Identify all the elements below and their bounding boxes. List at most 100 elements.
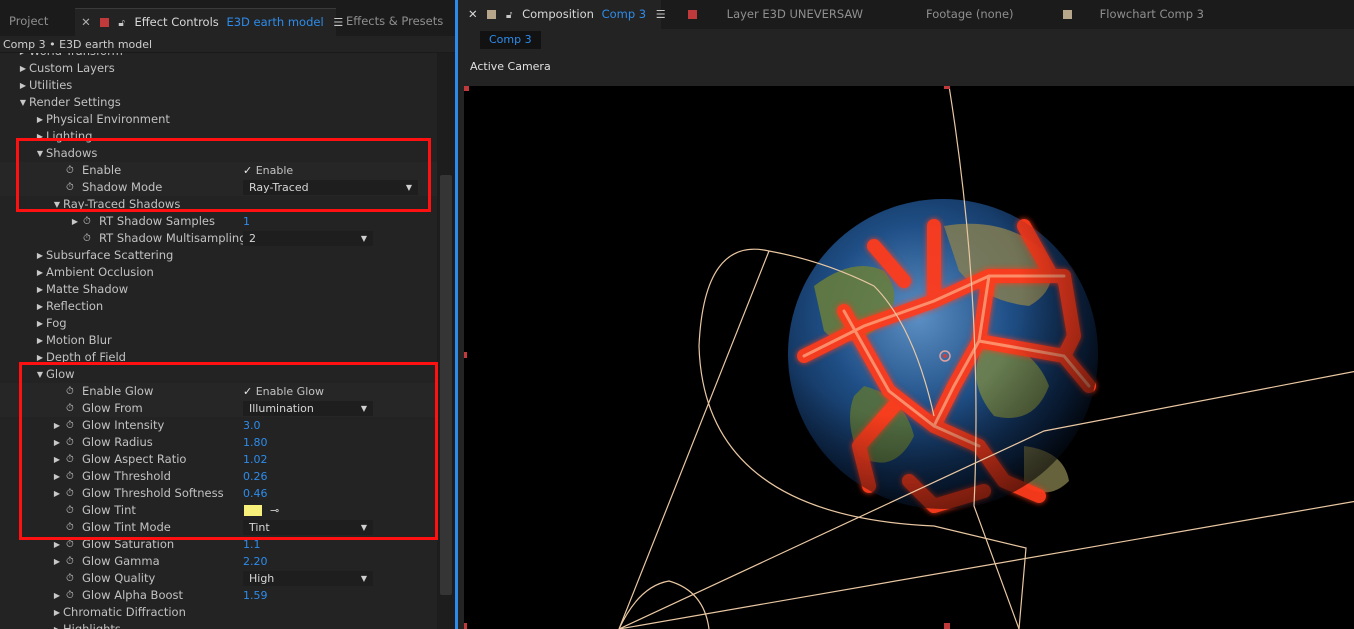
- composition-viewer[interactable]: [464, 86, 1354, 629]
- expand-triangle-closed-icon[interactable]: ▶: [35, 349, 45, 366]
- expand-triangle-closed-icon[interactable]: ▶: [35, 315, 45, 332]
- stopwatch-icon[interactable]: ⏱: [66, 502, 79, 519]
- property-row[interactable]: ⏱ Enable ✓ Enable: [0, 162, 437, 179]
- stopwatch-icon[interactable]: ⏱: [66, 400, 79, 417]
- dropdown-select[interactable]: Tint ▼: [243, 520, 373, 535]
- expand-triangle-closed-icon[interactable]: ▶: [35, 298, 45, 315]
- numeric-value[interactable]: 0.46: [243, 485, 268, 502]
- expand-triangle-closed-icon[interactable]: ▶: [52, 553, 62, 570]
- dropdown-select[interactable]: Illumination ▼: [243, 401, 373, 416]
- numeric-value[interactable]: 0.26: [243, 468, 268, 485]
- property-row[interactable]: ▶Highlights: [0, 621, 437, 629]
- stopwatch-icon[interactable]: ⏱: [66, 383, 79, 400]
- expand-triangle-closed-icon[interactable]: ▶: [52, 417, 62, 434]
- scrollbar-thumb[interactable]: [440, 175, 452, 595]
- property-row[interactable]: ▶ Physical Environment: [0, 111, 437, 128]
- numeric-value[interactable]: 3.0: [243, 417, 261, 434]
- property-row[interactable]: ▶ Subsurface Scattering: [0, 247, 437, 264]
- eyedropper-icon[interactable]: ⊸: [270, 502, 279, 519]
- dropdown-select[interactable]: Ray-Traced ▼: [243, 180, 418, 195]
- property-row[interactable]: ▼ Glow: [0, 366, 437, 383]
- property-row[interactable]: ▶ ⏱ Glow Threshold Softness 0.46: [0, 485, 437, 502]
- property-row[interactable]: ▶ ⏱ Glow Gamma 2.20: [0, 553, 437, 570]
- tab-composition[interactable]: ✕ 🔓︎ Composition Comp 3 ☰: [458, 0, 666, 29]
- stopwatch-icon[interactable]: ⏱: [66, 468, 79, 485]
- close-icon[interactable]: ✕: [468, 7, 478, 21]
- stopwatch-icon[interactable]: ⏱: [66, 536, 79, 553]
- property-row[interactable]: ▶ ⏱ Glow Alpha Boost 1.59: [0, 587, 437, 604]
- expand-triangle-closed-icon[interactable]: ▶: [35, 281, 45, 298]
- property-row[interactable]: ⏱ RT Shadow Multisampling 2 ▼: [0, 230, 437, 247]
- expand-triangle-closed-icon[interactable]: ▶: [35, 247, 45, 264]
- expand-triangle-closed-icon[interactable]: ▶: [35, 264, 45, 281]
- expand-triangle-closed-icon[interactable]: ▶: [35, 128, 45, 145]
- layer-handle[interactable]: [944, 86, 950, 89]
- expand-triangle-closed-icon[interactable]: ▶: [52, 468, 62, 485]
- comp-subtab[interactable]: Comp 3: [480, 31, 541, 49]
- expand-triangle-closed-icon[interactable]: ▶: [52, 604, 62, 621]
- expand-triangle-closed-icon[interactable]: ▶: [52, 451, 62, 468]
- property-row[interactable]: ▶ Matte Shadow: [0, 281, 437, 298]
- property-row[interactable]: ▼ Shadows: [0, 145, 437, 162]
- numeric-value[interactable]: 1.80: [243, 434, 268, 451]
- lock-icon[interactable]: 🔓︎: [118, 11, 124, 37]
- property-row[interactable]: ⏱ Glow From Illumination ▼: [0, 400, 437, 417]
- property-row[interactable]: ⏱ Enable Glow ✓ Enable Glow: [0, 383, 437, 400]
- property-row[interactable]: ▶World Transform: [0, 53, 437, 60]
- property-row[interactable]: ▶ ⏱ Glow Intensity 3.0: [0, 417, 437, 434]
- expand-triangle-open-icon[interactable]: ▼: [52, 196, 62, 213]
- expand-triangle-closed-icon[interactable]: ▶: [52, 536, 62, 553]
- layer-handle[interactable]: [944, 623, 950, 629]
- property-row[interactable]: ▶ ⏱ Glow Aspect Ratio 1.02: [0, 451, 437, 468]
- property-row[interactable]: ⏱ Glow Tint ⊸: [0, 502, 437, 519]
- expand-triangle-closed-icon[interactable]: ▶: [18, 77, 28, 94]
- expand-triangle-closed-icon[interactable]: ▶: [52, 621, 62, 629]
- tab-footage[interactable]: Footage (none): [926, 0, 1014, 29]
- property-row[interactable]: ▶ Depth of Field: [0, 349, 437, 366]
- property-row[interactable]: ▶ ⏱ Glow Radius 1.80: [0, 434, 437, 451]
- close-icon[interactable]: ✕: [80, 9, 92, 35]
- property-row[interactable]: ▶ Custom Layers: [0, 60, 437, 77]
- expand-triangle-closed-icon[interactable]: ▶: [18, 53, 28, 60]
- property-row[interactable]: ▼ Render Settings: [0, 94, 437, 111]
- color-swatch[interactable]: [244, 505, 262, 516]
- stopwatch-icon[interactable]: ⏱: [66, 553, 79, 570]
- panel-menu-icon[interactable]: ☰: [656, 0, 666, 29]
- expand-triangle-open-icon[interactable]: ▼: [35, 145, 45, 162]
- tab-project[interactable]: Project: [0, 8, 75, 36]
- stopwatch-icon[interactable]: ⏱: [66, 179, 79, 196]
- expand-triangle-closed-icon[interactable]: ▶: [35, 111, 45, 128]
- numeric-value[interactable]: 1.1: [243, 536, 261, 553]
- stopwatch-icon[interactable]: ⏱: [66, 434, 79, 451]
- stopwatch-icon[interactable]: ⏱: [66, 162, 79, 179]
- stopwatch-icon[interactable]: ⏱: [83, 213, 96, 230]
- expand-triangle-closed-icon[interactable]: ▶: [52, 434, 62, 451]
- property-row[interactable]: ▶ ⏱ Glow Threshold 0.26: [0, 468, 437, 485]
- stopwatch-icon[interactable]: ⏱: [66, 519, 79, 536]
- stopwatch-icon[interactable]: ⏱: [66, 485, 79, 502]
- property-row[interactable]: ▶ Utilities: [0, 77, 437, 94]
- property-row[interactable]: ⏱ Shadow Mode Ray-Traced ▼: [0, 179, 437, 196]
- expand-triangle-closed-icon[interactable]: ▶: [52, 587, 62, 604]
- enable-checkbox[interactable]: ✓ Enable: [243, 162, 293, 179]
- layer-handle[interactable]: [464, 623, 467, 629]
- property-row[interactable]: ▶ Reflection: [0, 298, 437, 315]
- stopwatch-icon[interactable]: ⏱: [66, 570, 79, 587]
- tab-flowchart[interactable]: Flowchart Comp 3: [1063, 0, 1204, 29]
- stopwatch-icon[interactable]: ⏱: [66, 451, 79, 468]
- numeric-value[interactable]: 1.59: [243, 587, 268, 604]
- stopwatch-icon[interactable]: ⏱: [83, 230, 96, 247]
- stopwatch-icon[interactable]: ⏱: [66, 587, 79, 604]
- expand-triangle-open-icon[interactable]: ▼: [35, 366, 45, 383]
- property-row[interactable]: ⏱ Glow Quality High ▼: [0, 570, 437, 587]
- stopwatch-icon[interactable]: ⏱: [66, 417, 79, 434]
- tab-effects-presets[interactable]: Effects & Presets: [346, 8, 455, 36]
- dropdown-select[interactable]: High ▼: [243, 571, 373, 586]
- dropdown-select[interactable]: 2 ▼: [243, 231, 373, 246]
- property-row[interactable]: ▶ Lighting: [0, 128, 437, 145]
- property-row[interactable]: ▶ Fog: [0, 315, 437, 332]
- expand-triangle-closed-icon[interactable]: ▶: [18, 60, 28, 77]
- enable-checkbox[interactable]: ✓ Enable Glow: [243, 383, 324, 400]
- layer-handle[interactable]: [464, 352, 467, 358]
- expand-triangle-open-icon[interactable]: ▼: [18, 94, 28, 111]
